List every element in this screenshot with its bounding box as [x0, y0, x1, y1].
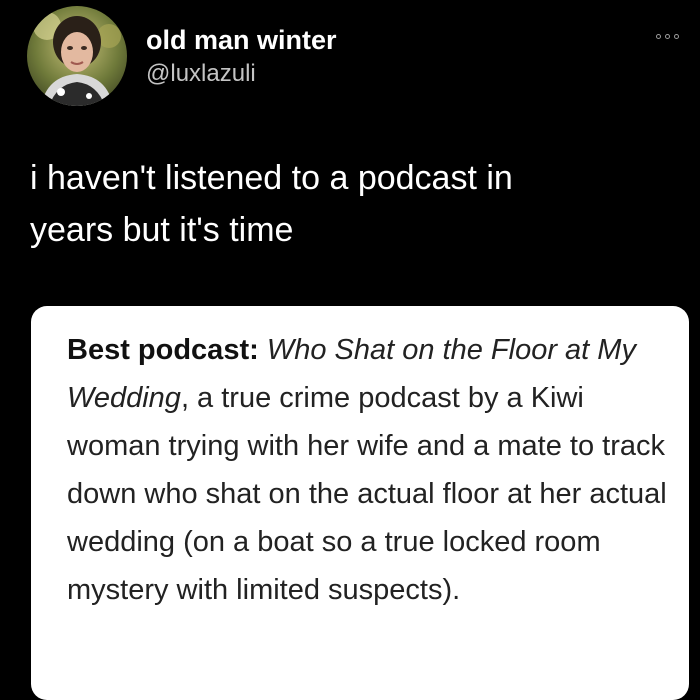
card-text: Best podcast: Who Shat on the Floor at M…	[67, 326, 669, 614]
card-label: Best podcast:	[67, 334, 259, 366]
tweet-text-line-1: i haven't listened to a podcast in	[30, 159, 513, 197]
tweet-text-line-2: years but it's time	[30, 211, 294, 249]
tweet: old man winter @luxlazuli i haven't list…	[0, 0, 700, 700]
user-handle[interactable]: @luxlazuli	[146, 59, 256, 89]
tweet-text: i haven't listened to a podcast in years …	[30, 152, 670, 256]
dot	[656, 33, 661, 39]
card-description: , a true crime podcast by a Kiwi woman t…	[67, 382, 667, 606]
dot	[674, 33, 679, 39]
more-options-icon[interactable]	[656, 30, 686, 42]
avatar[interactable]	[27, 6, 127, 106]
quoted-image-card[interactable]: Best podcast: Who Shat on the Floor at M…	[31, 306, 689, 700]
display-name[interactable]: old man winter	[146, 24, 337, 56]
profile-photo-icon	[27, 6, 127, 106]
dot	[665, 33, 670, 39]
